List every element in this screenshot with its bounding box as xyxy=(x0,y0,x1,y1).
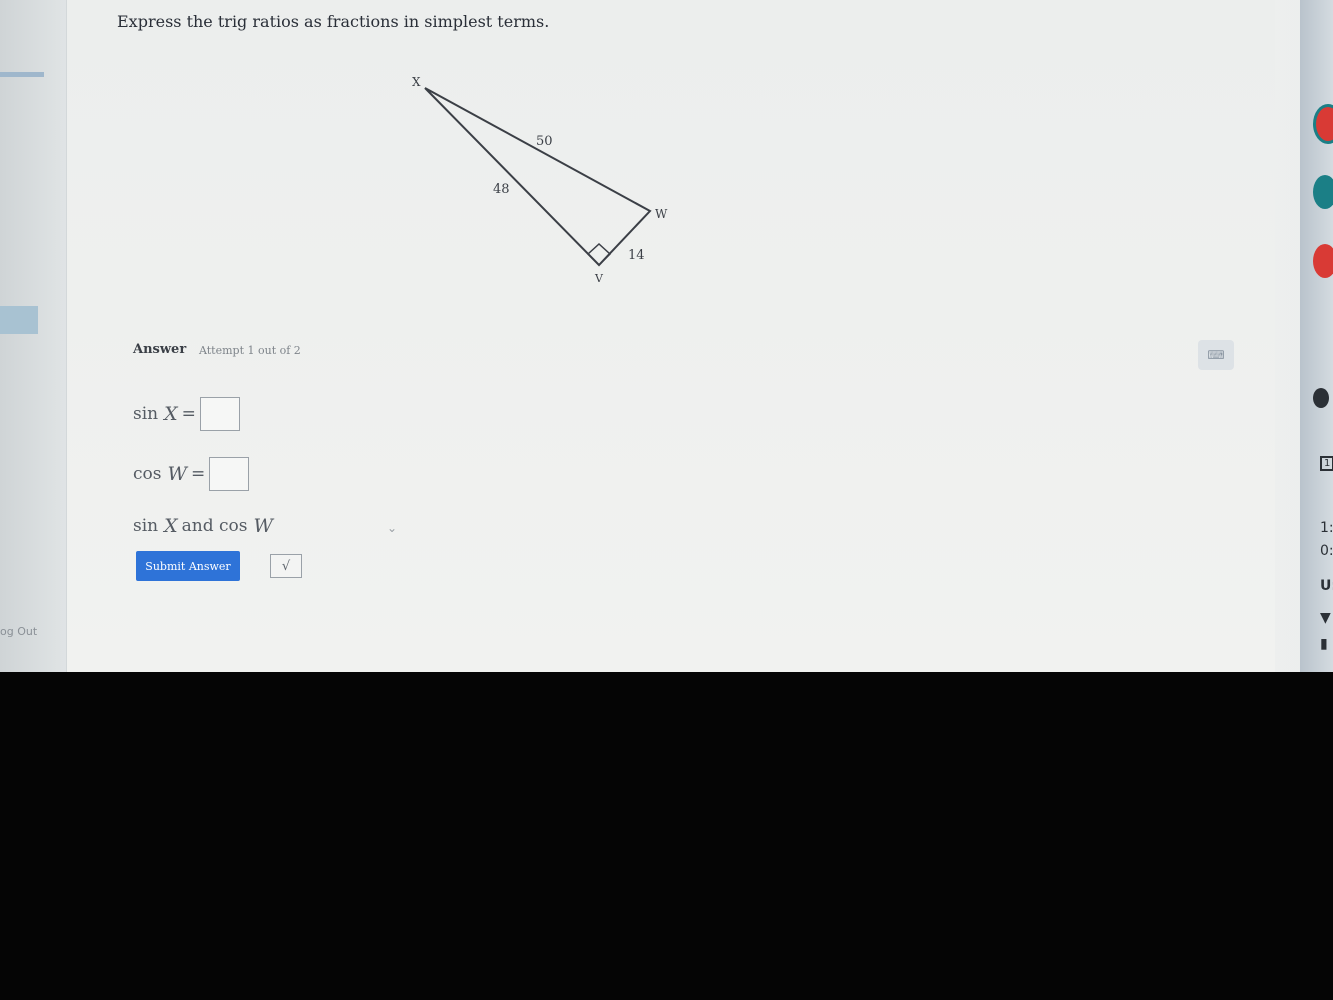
vertex-x-label: X xyxy=(412,75,421,89)
sin-x-answer-input[interactable] xyxy=(199,397,240,431)
sin-function-label: sin xyxy=(133,404,159,424)
chevron-down-icon[interactable]: ⌄ xyxy=(387,521,397,535)
question-panel: Express the trig ratios as fractions in … xyxy=(66,0,1275,672)
side-xv-label: 48 xyxy=(493,182,510,197)
left-nav-rail: og Out xyxy=(0,0,62,672)
laptop-screen: og Out Express the trig ratios as fracti… xyxy=(0,0,1333,672)
right-shelf: 1 1: 0: U: ▼ ▮ xyxy=(1300,0,1333,672)
region-label: U: xyxy=(1320,578,1333,594)
select-and-label: and cos xyxy=(181,516,248,536)
answer-heading: Answer xyxy=(133,342,187,357)
vertex-w-label: W xyxy=(655,207,668,221)
cos-function-label: cos xyxy=(133,464,162,484)
sin-variable-label: X xyxy=(164,403,178,425)
cos-w-answer-input[interactable] xyxy=(209,457,250,491)
battery-icon: ▮ xyxy=(1320,636,1328,652)
nav-highlight-item[interactable] xyxy=(0,306,38,334)
app-launcher-icon[interactable] xyxy=(1313,175,1333,209)
relationship-select[interactable]: sin X and cos W xyxy=(133,515,277,537)
right-angle-marker xyxy=(586,242,612,267)
triangle-diagram: X W V 50 48 14 xyxy=(412,75,668,285)
palette-icon[interactable] xyxy=(1313,244,1333,278)
attempt-counter: Attempt 1 out of 2 xyxy=(199,344,301,357)
side-xw-label: 50 xyxy=(536,134,553,149)
cos-w-equation: cos W = xyxy=(133,457,250,491)
submit-answer-button[interactable]: Submit Answer xyxy=(136,551,240,581)
clock-minute: 0: xyxy=(1320,543,1333,559)
cos-variable-label: W xyxy=(167,463,188,485)
select-w-label: W xyxy=(253,515,274,537)
logout-link[interactable]: og Out xyxy=(0,625,37,638)
nav-active-indicator xyxy=(0,72,44,77)
sin-x-equation: sin X = xyxy=(133,397,240,431)
select-sin-label: sin xyxy=(133,516,159,536)
equals-sign: = xyxy=(181,404,196,424)
side-vw-label: 14 xyxy=(628,248,645,263)
equals-sign: = xyxy=(191,464,206,484)
calendar-badge[interactable]: 1 xyxy=(1320,456,1333,471)
notification-icon[interactable] xyxy=(1313,388,1329,408)
square-root-button[interactable]: √ xyxy=(270,554,302,578)
vertex-v-label: V xyxy=(594,272,604,285)
clock-hour: 1: xyxy=(1320,520,1333,536)
wifi-icon[interactable]: ▼ xyxy=(1320,610,1331,626)
select-x-label: X xyxy=(164,515,178,537)
chrome-icon[interactable] xyxy=(1313,104,1333,144)
keyboard-icon[interactable]: ⌨ xyxy=(1198,340,1234,370)
triangle-xwv xyxy=(424,87,652,267)
